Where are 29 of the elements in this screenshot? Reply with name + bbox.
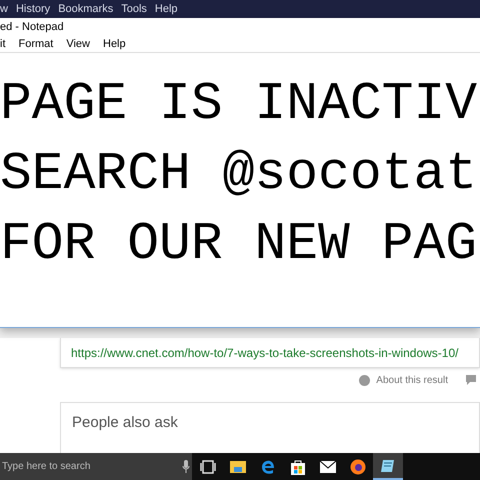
menu-item[interactable]: w (0, 4, 8, 14)
menu-item[interactable]: Bookmarks (58, 4, 114, 14)
firefox-icon (350, 458, 366, 474)
edge-icon (260, 458, 276, 474)
menu-item[interactable]: View (66, 38, 90, 50)
mail-icon (320, 460, 336, 472)
folder-icon (230, 460, 246, 474)
text-area[interactable]: PAGE IS INACTIV SEARCH @socotat FOR OUR NEW PAG (0, 52, 480, 327)
store-bag-icon (290, 458, 306, 474)
menu-item[interactable]: it (0, 38, 6, 50)
menu-item[interactable]: Help (154, 4, 178, 14)
menu-item[interactable]: Tools (121, 4, 147, 14)
menu-item[interactable]: Help (103, 38, 126, 50)
window-title: ed - Notepad (0, 20, 64, 35)
feedback-icon (466, 375, 476, 385)
text-line: FOR OUR NEW PAG (0, 213, 478, 276)
taskbar-button[interactable] (373, 453, 403, 480)
result-url[interactable]: https://www.cnet.com/how-to/7-ways-to-take-screenshots-in-windows-10/ (71, 344, 458, 362)
menu-item[interactable]: Format (18, 38, 54, 50)
search-field[interactable]: Type here to search (0, 453, 192, 480)
text-line: SEARCH @socotat (0, 143, 478, 206)
about-link[interactable]: About this result (376, 372, 448, 388)
help-icon (359, 374, 370, 386)
section-heading: People also ask (72, 414, 178, 431)
text-line: PAGE IS INACTIV (0, 73, 478, 136)
menu-item[interactable]: History (16, 4, 50, 14)
microphone-icon (182, 460, 190, 473)
task-view-icon (200, 460, 216, 474)
notepad-icon (380, 458, 396, 474)
